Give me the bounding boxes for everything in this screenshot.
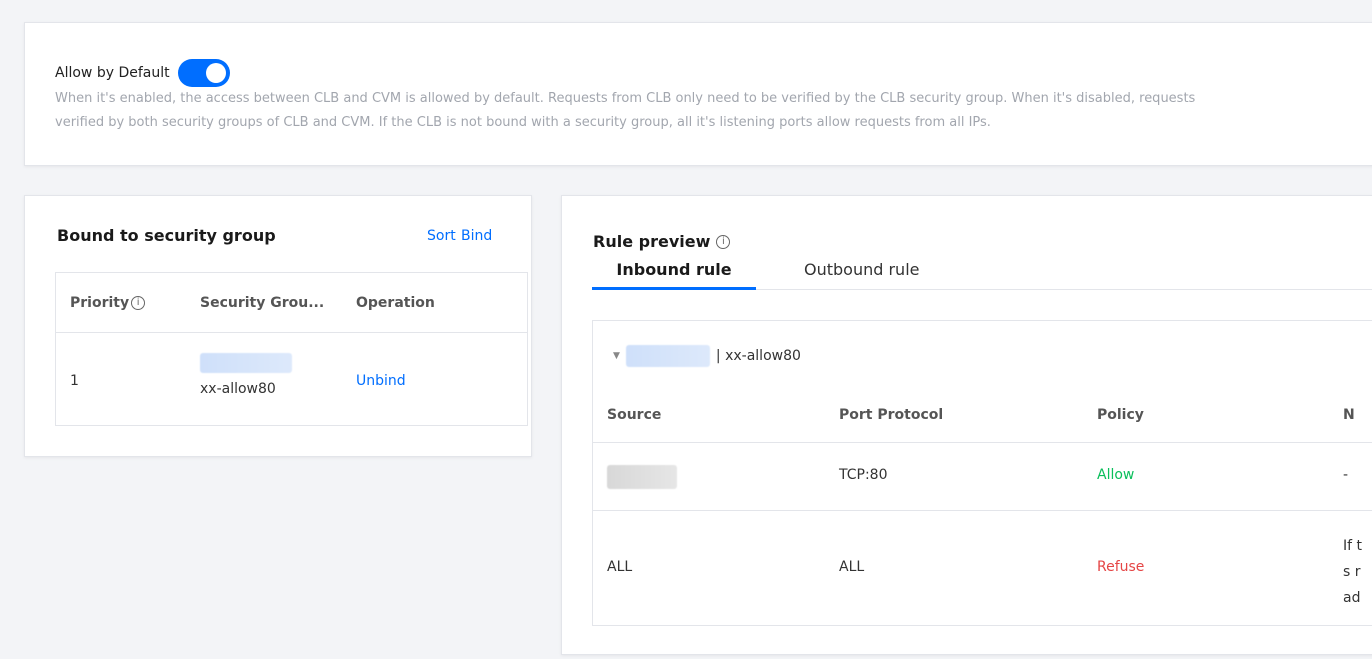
security-group-header: Security Grou... [200,295,325,311]
security-group-cell: xx-allow80 [200,353,292,397]
info-icon[interactable]: i [716,234,731,249]
redacted-source [607,465,677,489]
priority-header-label: Priority [70,295,130,311]
unbind-link[interactable]: Unbind [356,373,406,389]
source-header: Source [607,407,662,423]
notes-cell: - [1343,467,1349,483]
rule-group-name: | xx-allow80 [715,348,801,364]
bound-panel-title: Bound to security group [57,226,276,245]
redacted-sg-id [625,345,710,367]
rule-preview-card: Rule preview i Inbound rule Outbound rul… [561,195,1372,655]
rule-preview-title-text: Rule preview [593,232,711,251]
notes-line-1: If t [1343,538,1362,554]
table-row: ALL ALL Refuse If t s r ad [593,511,1372,625]
bound-security-group-card: Bound to security group Sort Bind Priori… [24,195,532,457]
source-cell: ALL [607,559,633,575]
tab-outbound-rule[interactable]: Outbound rule [804,260,919,290]
priority-info-icon[interactable]: i [131,296,146,310]
allow-default-label: Allow by Default [55,65,170,81]
port-protocol-header: Port Protocol [839,407,944,423]
table-header: Priority i Security Grou... Operation [56,273,527,333]
policy-refuse: Refuse [1097,559,1145,575]
rule-table-header: Source Port Protocol Policy N [593,387,1372,443]
caret-down-icon[interactable]: ▼ [613,351,620,361]
sg-name: xx-allow80 [200,381,276,397]
priority-cell: 1 [70,373,79,389]
tab-inbound-rule[interactable]: Inbound rule [592,260,756,290]
sort-link[interactable]: Sort [427,228,456,244]
operation-header: Operation [356,295,435,311]
policy-header: Policy [1097,407,1144,423]
notes-line-3: ad [1343,590,1361,606]
redacted-sg-id[interactable] [200,353,292,373]
notes-cell: If t s r ad [1343,533,1362,611]
table-row: 1 xx-allow80 Unbind [56,333,527,427]
description-line-1: When it's enabled, the access between CL… [55,91,1196,106]
allow-default-description: When it's enabled, the access between CL… [55,87,1372,135]
description-line-2: verified by both security groups of CLB … [55,115,991,130]
rule-group-row[interactable]: ▼ | xx-allow80 [613,345,801,367]
priority-header: Priority i [70,295,146,311]
allow-default-card: Allow by Default When it's enabled, the … [24,22,1372,166]
port-protocol-cell: ALL [839,559,865,575]
bound-sg-table: Priority i Security Grou... Operation 1 … [55,272,528,426]
allow-default-row: Allow by Default [55,59,230,87]
table-row: TCP:80 Allow - [593,443,1372,511]
notes-line-2: s r [1343,564,1361,580]
notes-header: N [1343,407,1355,423]
toggle-knob [205,63,226,83]
policy-allow: Allow [1097,467,1135,483]
allow-default-toggle[interactable] [177,59,230,87]
port-protocol-cell: TCP:80 [839,467,888,483]
bind-link[interactable]: Bind [461,228,492,244]
rule-table: ▼ | xx-allow80 Source Port Protocol Poli… [592,320,1372,626]
rule-tabs: Inbound rule Outbound rule [592,256,1372,290]
rule-preview-title: Rule preview i [593,232,731,251]
